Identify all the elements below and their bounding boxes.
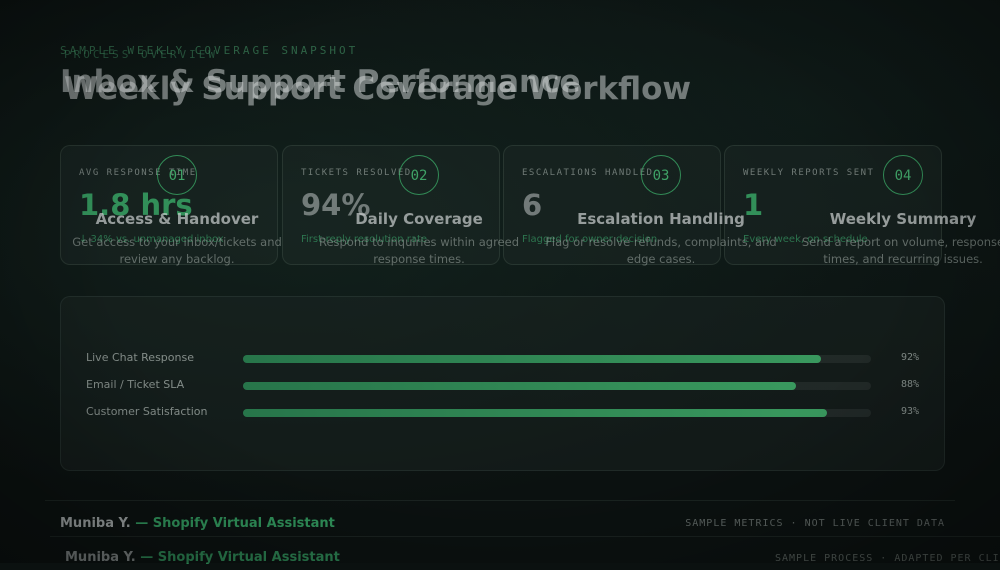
step-description: Respond to inquiries within agreed respo… bbox=[318, 235, 520, 266]
process-step-1: 01 Access & Handover Get access to your … bbox=[57, 155, 297, 267]
step-title: Daily Coverage bbox=[355, 210, 483, 228]
step-number-badge: 02 bbox=[399, 155, 439, 195]
step-title: Access & Handover bbox=[95, 210, 259, 228]
step-number-badge: 01 bbox=[157, 155, 197, 195]
process-step-3: 03 Escalation Handling Flag or resolve r… bbox=[541, 155, 781, 267]
step-title: Escalation Handling bbox=[577, 210, 745, 228]
process-step-4: 04 Weekly Summary Send a report on volum… bbox=[783, 155, 1000, 267]
step-description: Flag or resolve refunds, complaints, and… bbox=[545, 235, 777, 266]
process-overview-slide: PROCESS OVERVIEW Weekly Support Coverage… bbox=[0, 0, 1000, 565]
step-title: Weekly Summary bbox=[829, 210, 977, 228]
step-description: Get access to your inbox/tickets and rev… bbox=[72, 235, 282, 266]
process-footer: Muniba Y. — Shopify Virtual Assistant SA… bbox=[65, 550, 1000, 570]
step-number-badge: 03 bbox=[641, 155, 681, 195]
footer-note: SAMPLE PROCESS · ADAPTED PER CLIENT bbox=[775, 553, 1000, 564]
divider bbox=[50, 536, 1000, 537]
process-eyebrow: PROCESS OVERVIEW bbox=[64, 48, 218, 61]
process-step-2: 02 Daily Coverage Respond to inquiries w… bbox=[299, 155, 539, 267]
step-number-badge: 04 bbox=[883, 155, 923, 195]
step-description: Send a report on volume, response times,… bbox=[801, 235, 1000, 266]
process-title: Weekly Support Coverage Workflow bbox=[64, 71, 692, 107]
